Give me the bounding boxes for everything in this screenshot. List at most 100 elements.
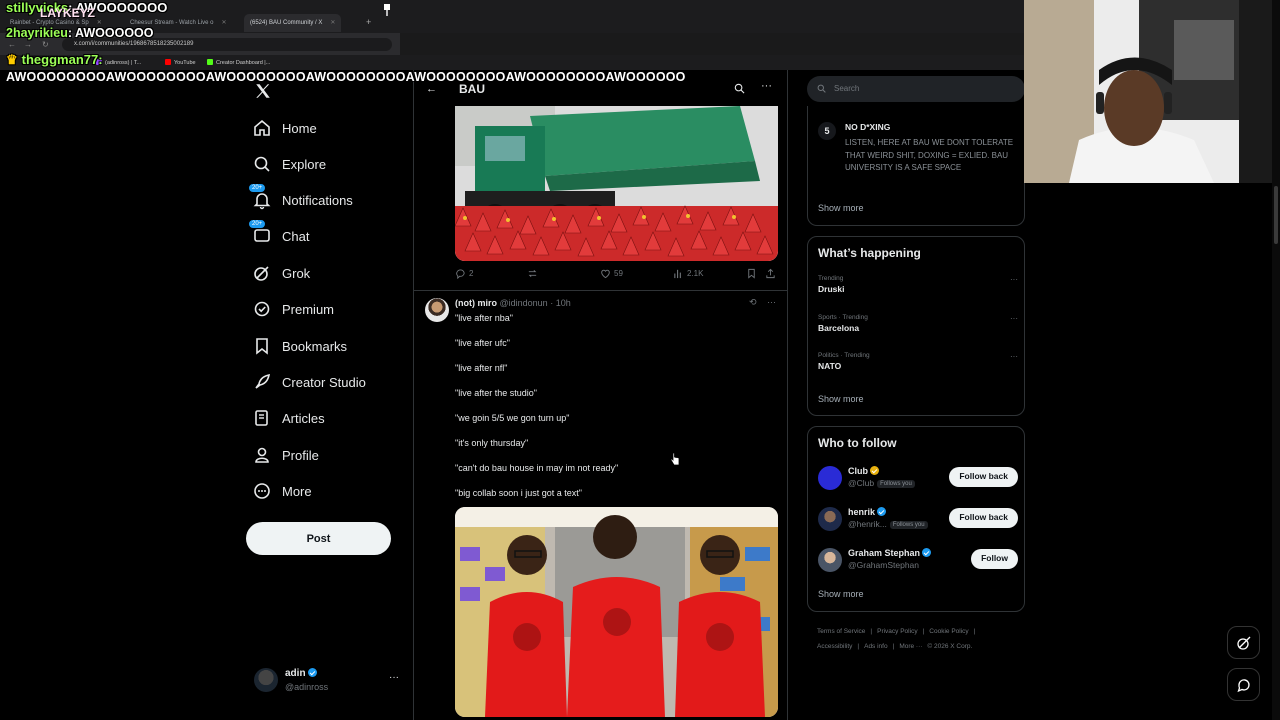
- footer-link[interactable]: Terms of Service: [817, 628, 865, 635]
- views-button[interactable]: 2.1K: [673, 268, 703, 279]
- nav-chat[interactable]: 20+ Chat: [248, 219, 309, 250]
- bookmark-button[interactable]: [746, 268, 760, 279]
- follow-button[interactable]: Follow: [971, 549, 1018, 569]
- nav-more[interactable]: More: [252, 477, 312, 505]
- avatar[interactable]: [425, 298, 449, 322]
- more-icon[interactable]: ···: [761, 80, 772, 92]
- follow-suggestion[interactable]: henrik @henrik... Follows you Follow back: [818, 507, 1018, 537]
- post-button[interactable]: Post: [246, 522, 391, 555]
- nav-label: Home: [282, 120, 317, 136]
- nav-label: Bookmarks: [282, 338, 348, 354]
- more-icon[interactable]: ···: [1010, 275, 1018, 284]
- nav-explore[interactable]: Explore: [252, 150, 326, 178]
- footer-link[interactable]: Ads info: [864, 643, 888, 650]
- grok-icon[interactable]: ⟲: [749, 297, 757, 307]
- browser-tab-active[interactable]: (6524) BAU Community / X ✕: [244, 14, 342, 32]
- avatar[interactable]: [818, 466, 842, 490]
- tweet-author-name[interactable]: (not) miro: [455, 298, 497, 308]
- card-title: Who to follow: [818, 436, 897, 450]
- home-icon: [252, 118, 272, 138]
- tweet-text-line: "it's only thursday": [455, 438, 529, 448]
- nav-notifications[interactable]: 20+ Notifications: [248, 183, 353, 214]
- tweet-text-line: "live after nba": [455, 313, 513, 323]
- more-icon[interactable]: ···: [1010, 352, 1018, 361]
- new-tab-button[interactable]: +: [366, 17, 371, 27]
- person-icon: [252, 445, 272, 465]
- search-input[interactable]: Search: [807, 76, 1025, 102]
- nav-label: Articles: [282, 410, 325, 426]
- messages-floating-button[interactable]: [1227, 668, 1260, 701]
- follow-suggestion[interactable]: Graham Stephan @GrahamStephan Follow: [818, 548, 1018, 578]
- nav-creator-studio[interactable]: Creator Studio: [252, 368, 366, 396]
- follow-back-button[interactable]: Follow back: [949, 508, 1018, 528]
- close-icon[interactable]: ✕: [330, 20, 335, 26]
- post-media-image[interactable]: [455, 507, 778, 717]
- tab-title: (6524) BAU Community / X: [250, 20, 323, 26]
- account-switcher[interactable]: adin @adinross ···: [254, 666, 404, 696]
- nav-articles[interactable]: Articles: [252, 404, 325, 432]
- footer-link[interactable]: More ···: [899, 643, 922, 650]
- search-icon[interactable]: [734, 83, 745, 94]
- bookmark-item[interactable]: YouTube: [165, 59, 196, 66]
- follow-back-button[interactable]: Follow back: [949, 467, 1018, 487]
- trend-item[interactable]: Sports · Trending Barcelona ···: [818, 314, 1018, 333]
- tweet-text-line: "can't do bau house in may im not ready": [455, 463, 619, 473]
- whats-happening-card: What’s happening Trending Druski ··· Spo…: [807, 236, 1025, 416]
- more-icon[interactable]: ···: [1010, 314, 1018, 323]
- tweet-author-handle[interactable]: @idindonun: [500, 298, 548, 308]
- reply-button[interactable]: 2: [455, 268, 473, 279]
- avatar[interactable]: [818, 507, 842, 531]
- article-icon: [252, 408, 272, 428]
- nav-profile[interactable]: Profile: [252, 441, 319, 469]
- like-button[interactable]: 59: [600, 268, 623, 279]
- verified-icon: [307, 668, 317, 677]
- address-bar-extension: [400, 33, 1024, 55]
- x-logo-icon[interactable]: [254, 82, 272, 100]
- nav-grok[interactable]: Grok: [252, 259, 310, 287]
- grok-floating-button[interactable]: [1227, 626, 1260, 659]
- footer-link[interactable]: Accessibility: [817, 643, 852, 650]
- tweet-text-line: "we goin 5/5 we gon turn up": [455, 413, 570, 423]
- trend-item[interactable]: Politics · Trending NATO ···: [818, 352, 1018, 371]
- more-icon[interactable]: ···: [767, 297, 776, 307]
- tweet-text-line: "big collab soon i just got a text": [455, 488, 582, 498]
- back-arrow-icon[interactable]: ←: [426, 83, 437, 95]
- page-scrollbar[interactable]: [1272, 0, 1280, 720]
- premium-icon: [252, 299, 272, 319]
- nav-premium[interactable]: Premium: [252, 295, 334, 323]
- heart-icon: [601, 269, 610, 279]
- forward-icon[interactable]: →: [24, 40, 32, 49]
- nav-bookmarks[interactable]: Bookmarks: [252, 332, 347, 360]
- webcam-illustration: [1024, 0, 1280, 183]
- post-media-image[interactable]: [455, 106, 778, 261]
- repost-icon: [528, 269, 537, 278]
- grok-icon: [252, 263, 272, 283]
- reload-icon[interactable]: ↻: [42, 40, 49, 49]
- trend-item[interactable]: Trending Druski ···: [818, 275, 1018, 294]
- tweet-text-line: "live after the studio": [455, 388, 537, 398]
- show-more-link[interactable]: Show more: [818, 203, 864, 213]
- more-icon[interactable]: ···: [389, 672, 399, 683]
- share-button[interactable]: [765, 268, 779, 279]
- footer-separator: |: [870, 628, 873, 635]
- follow-suggestion[interactable]: Club @Club Follows you Follow back: [818, 466, 1018, 496]
- nav-home[interactable]: Home: [252, 114, 317, 142]
- footer-link[interactable]: Privacy Policy: [877, 628, 917, 635]
- show-more-link[interactable]: Show more: [818, 394, 864, 404]
- notification-badge: 20+: [248, 183, 267, 193]
- bookmark-item[interactable]: Creator Dashboard |...: [207, 59, 270, 66]
- close-icon[interactable]: ✕: [221, 20, 226, 26]
- truck-image-illustration: [455, 106, 778, 261]
- tweet-header: (not) miro @idindonun · 10h: [455, 298, 571, 308]
- share-icon: [766, 268, 775, 279]
- scrollbar-thumb[interactable]: [1274, 186, 1278, 244]
- chat-overlay-message: 2hayrikieu: AWOOOOOO: [6, 26, 154, 40]
- tweet-time[interactable]: · 10h: [550, 298, 571, 308]
- bookmark-icon: [252, 336, 272, 356]
- back-icon[interactable]: ←: [8, 40, 16, 49]
- show-more-link[interactable]: Show more: [818, 589, 864, 599]
- footer-link[interactable]: Cookie Policy: [929, 628, 968, 635]
- repost-button[interactable]: [527, 268, 541, 279]
- timeline-column: ← BAU ··· 2 59 2.1K (not) miro @idindonu…: [413, 70, 788, 720]
- avatar[interactable]: [818, 548, 842, 572]
